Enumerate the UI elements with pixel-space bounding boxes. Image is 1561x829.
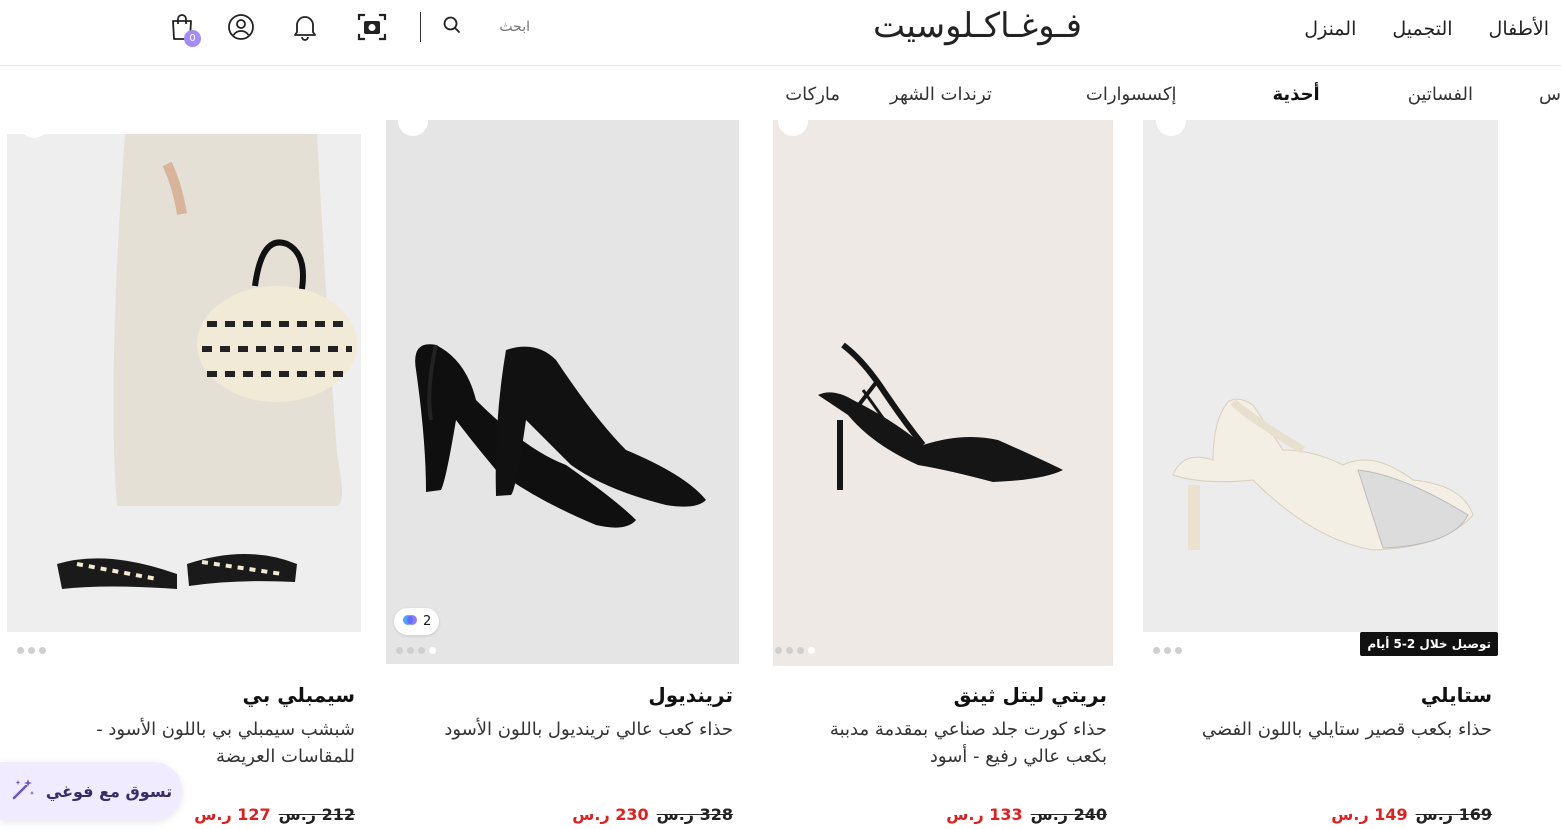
product-brand[interactable]: تريندیول	[648, 683, 733, 707]
nav-beauty[interactable]: التجميل	[1392, 18, 1452, 40]
nav-home[interactable]: المنزل	[1304, 18, 1356, 40]
product-price: 240 ر.س 133 ر.س	[946, 805, 1107, 824]
product-card[interactable]: سيمبلي بي شبشب سيمبلي بي باللون الأسود -…	[7, 120, 361, 829]
product-price: 169 ر.س 149 ر.س	[1331, 805, 1492, 824]
search-input[interactable]	[470, 19, 530, 35]
image-carousel-dots[interactable]	[1153, 647, 1182, 654]
product-brand[interactable]: ستايلي	[1421, 683, 1492, 707]
image-carousel-dots[interactable]	[775, 647, 815, 654]
product-image[interactable]	[773, 120, 1113, 666]
product-name[interactable]: حذاء كعب عالي تريندیول باللون الأسود	[403, 716, 733, 743]
product-name[interactable]: حذاء بكعب قصير ستايلي باللون الفضي	[1162, 716, 1492, 743]
sparkle-wand-icon	[10, 776, 36, 806]
product-card[interactable]: توصيل خلال 2-5 أيام ستايلي حذاء بكعب قصي…	[1143, 120, 1498, 829]
search-bar[interactable]	[430, 10, 530, 44]
product-price: 212 ر.س 127 ر.س	[194, 805, 355, 824]
category-accessories[interactable]: إكسسوارات	[1086, 84, 1177, 105]
assistant-label: تسوق مع فوغي	[45, 781, 173, 801]
sale-price: 230 ر.س	[572, 805, 649, 824]
shop-with-assistant-button[interactable]: تسوق مع فوغي	[0, 762, 182, 820]
category-navigation: س الفساتين أحذية إكسسوارات ترندات الشهر …	[785, 84, 1561, 105]
color-swatch-icon	[402, 614, 418, 630]
category-shoes[interactable]: أحذية	[1273, 84, 1320, 105]
category-truncated[interactable]: س	[1539, 84, 1561, 105]
product-name[interactable]: حذاء كورت جلد صناعي بمقدمة مدببة بكعب عا…	[797, 716, 1107, 770]
product-card[interactable]: بريتي ليتل ثينق حذاء كورت جلد صناعي بمقد…	[773, 120, 1113, 829]
original-price: 240 ر.س	[1030, 805, 1107, 824]
camera-search-icon[interactable]	[355, 10, 389, 44]
product-image[interactable]	[7, 134, 361, 632]
original-price: 169 ر.س	[1415, 805, 1492, 824]
category-dresses[interactable]: الفساتين	[1408, 84, 1473, 105]
top-navigation: الأطفال التجميل المنزل	[1304, 18, 1549, 40]
variant-count: 2	[423, 614, 432, 629]
category-brands[interactable]: ماركات	[785, 84, 840, 105]
site-header: الأطفال التجميل المنزل فـوغـاكـلوسيت 0	[0, 0, 1561, 66]
bell-icon[interactable]	[288, 10, 322, 44]
cart-count-badge: 0	[184, 30, 201, 47]
original-price: 328 ر.س	[656, 805, 733, 824]
category-monthly-trends[interactable]: ترندات الشهر	[890, 84, 992, 105]
search-icon[interactable]	[442, 15, 462, 39]
product-image[interactable]	[1143, 120, 1498, 632]
color-variants-chip[interactable]: 2	[394, 608, 440, 635]
site-logo[interactable]: فـوغـاكـلوسيت	[873, 6, 1082, 46]
product-brand[interactable]: سيمبلي بي	[242, 683, 355, 707]
header-divider	[420, 12, 421, 42]
image-carousel-dots[interactable]	[17, 647, 46, 654]
image-carousel-dots[interactable]	[396, 647, 436, 654]
product-image[interactable]: 2	[386, 120, 739, 664]
delivery-badge: توصيل خلال 2-5 أيام	[1360, 632, 1498, 656]
original-price: 212 ر.س	[278, 805, 355, 824]
sale-price: 149 ر.س	[1331, 805, 1408, 824]
nav-kids[interactable]: الأطفال	[1489, 18, 1549, 40]
product-price: 328 ر.س 230 ر.س	[572, 805, 733, 824]
product-brand[interactable]: بريتي ليتل ثينق	[954, 683, 1107, 707]
account-icon[interactable]	[224, 10, 258, 44]
sale-price: 127 ر.س	[194, 805, 271, 824]
sale-price: 133 ر.س	[946, 805, 1023, 824]
product-card[interactable]: 2 تريندیول حذاء كعب عالي تريندیول باللون…	[386, 120, 739, 829]
